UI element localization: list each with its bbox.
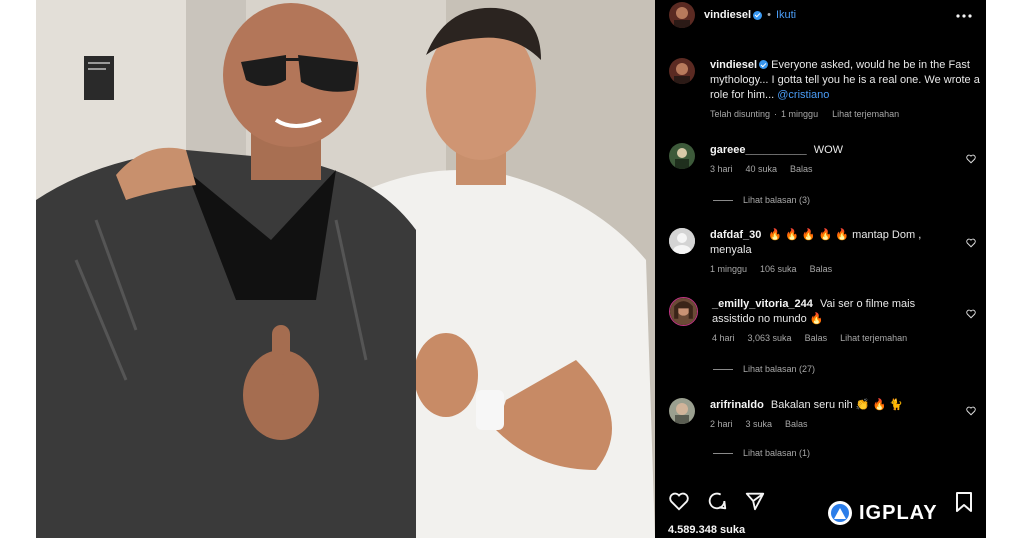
comment-meta: 3 hari 40 suka Balas [710,164,950,174]
translate-link[interactable]: Lihat terjemahan [832,109,899,119]
reply-button[interactable]: Balas [785,419,808,429]
caption-body: vindiesel Everyone asked, would he be in… [710,58,980,119]
action-bar [668,490,766,512]
heart-icon[interactable] [966,151,976,164]
comment-meta: 4 hari 3,063 suka Balas Lihat terjemahan [712,333,952,343]
avatar[interactable] [669,2,695,28]
view-replies-label: Lihat balasan (1) [743,448,811,458]
view-replies-button[interactable]: Lihat balasan (27) [713,364,815,374]
reply-button[interactable]: Balas [790,164,813,174]
view-replies-button[interactable]: Lihat balasan (3) [713,195,810,205]
edited-label: Telah disunting [710,109,771,119]
comment-item: arifrinaldo Bakalan seru nih 👏 🔥 🐈 2 har… [669,398,950,429]
comment-item: _emilly_vitoria_244 Vai ser o filme mais… [669,297,952,343]
comment-item: gareee__________ WOW 3 hari 40 suka Bala… [669,143,950,174]
comment-username[interactable]: gareee__________ [710,144,807,156]
divider [713,199,733,201]
caption: vindiesel Everyone asked, would he be in… [669,58,980,119]
comment-body: dafdaf_30 🔥 🔥 🔥 🔥 🔥 mantap Dom , menyala… [710,228,950,274]
comment-body: _emilly_vitoria_244 Vai ser o filme mais… [712,297,952,343]
caption-time: 1 minggu [781,109,819,119]
comment-meta: 2 hari 3 suka Balas [710,419,950,429]
post-header: vindiesel • Ikuti [669,2,796,28]
separator-dot: · [774,109,778,119]
heart-icon[interactable] [966,306,976,319]
divider [713,368,733,370]
caption-mention-link[interactable]: @cristiano [777,89,829,101]
comment-username[interactable]: dafdaf_30 [710,229,761,241]
reply-button[interactable]: Balas [810,264,833,274]
ellipsis-icon[interactable] [956,6,972,18]
watermark-text: IGPLAY [859,501,938,524]
like-heart-icon[interactable] [668,490,690,512]
comment-username[interactable]: _emilly_vitoria_244 [712,298,813,310]
post-photo[interactable] [36,0,655,538]
avatar[interactable] [669,297,698,326]
comment-item: dafdaf_30 🔥 🔥 🔥 🔥 🔥 mantap Dom , menyala… [669,228,950,274]
comment-meta: 1 minggu 106 suka Balas [710,264,950,274]
share-paper-plane-icon[interactable] [744,490,766,512]
comment-body: gareee__________ WOW 3 hari 40 suka Bala… [710,143,950,174]
caption-meta: Telah disunting · 1 minggu Lihat terjema… [710,109,980,119]
instagram-post: vindiesel • Ikuti vindiesel Everyone ask… [36,0,986,538]
avatar[interactable] [669,58,695,84]
comment-likes[interactable]: 40 suka [746,164,778,174]
comment-likes[interactable]: 3 suka [746,419,773,429]
comment-body: arifrinaldo Bakalan seru nih 👏 🔥 🐈 2 har… [710,398,950,429]
comment-likes[interactable]: 106 suka [760,264,797,274]
comment-likes[interactable]: 3,063 suka [748,333,792,343]
translate-link[interactable]: Lihat terjemahan [840,333,907,343]
igplay-logo-icon [827,500,853,526]
reply-button[interactable]: Balas [805,333,828,343]
comment-time: 2 hari [710,419,733,429]
divider [713,452,733,454]
comment-username[interactable]: arifrinaldo [710,399,764,411]
view-replies-label: Lihat balasan (27) [743,364,816,374]
header-username[interactable]: vindiesel [704,9,751,21]
view-replies-label: Lihat balasan (3) [743,195,811,205]
comment-time: 4 hari [712,333,735,343]
avatar[interactable] [669,228,695,254]
avatar[interactable] [669,398,695,424]
avatar[interactable] [669,143,695,169]
heart-icon[interactable] [966,403,976,416]
likes-count[interactable]: 4.589.348 suka [668,524,745,536]
igplay-watermark: IGPLAY [827,500,938,526]
comment-bubble-icon[interactable] [706,490,728,512]
comment-time: 3 hari [710,164,733,174]
comment-text: Bakalan seru nih 👏 🔥 🐈 [770,399,904,411]
comments-panel: vindiesel • Ikuti vindiesel Everyone ask… [655,0,986,538]
view-replies-button[interactable]: Lihat balasan (1) [713,448,810,458]
follow-button[interactable]: Ikuti [776,9,796,21]
verified-badge-icon [759,60,769,69]
comment-text: WOW [813,144,844,156]
heart-icon[interactable] [966,235,976,248]
separator-dot: • [767,9,771,21]
comment-time: 1 minggu [710,264,748,274]
verified-badge-icon [753,10,763,20]
bookmark-icon[interactable] [955,492,973,512]
photo-illustration [36,0,655,538]
caption-text-block: vindiesel Everyone asked, would he be in… [710,58,980,103]
caption-username[interactable]: vindiesel [710,59,757,71]
